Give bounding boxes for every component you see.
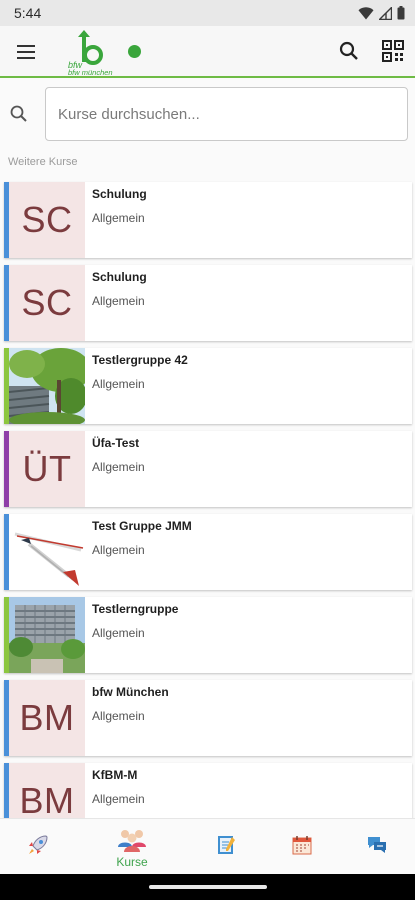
chat-icon (368, 837, 386, 853)
nav-item-calendar[interactable] (272, 819, 332, 875)
course-thumbnail-photo (9, 514, 85, 590)
wifi-icon (358, 6, 374, 19)
section-label: Weitere Kurse (8, 156, 78, 168)
nav-item-messages[interactable] (347, 819, 407, 875)
course-thumbnail: ÜT (9, 431, 85, 507)
course-title: Test Gruppe JMM (92, 519, 192, 533)
course-category: Allgemein (92, 294, 145, 308)
course-search-input[interactable] (45, 87, 408, 141)
course-card[interactable]: SC Schulung Allgemein (4, 182, 412, 258)
bfw-logo: bfw bfw münchen (62, 28, 126, 77)
online-status-dot (128, 45, 141, 58)
nav-item-notebook[interactable] (196, 819, 256, 875)
tree-photo-image (9, 348, 85, 424)
course-initials: BM (19, 697, 75, 738)
course-thumbnail-photo (9, 348, 85, 424)
course-category: Allgemein (92, 792, 145, 806)
course-initials: SC (21, 282, 73, 323)
course-initials: SC (21, 199, 73, 240)
hamburger-menu-icon (17, 45, 35, 59)
status-bar: 5:44 (0, 0, 415, 26)
course-card[interactable]: ÜT Üfa-Test Allgemein (4, 431, 412, 507)
course-category: Allgemein (92, 543, 145, 557)
course-initials: ÜT (22, 448, 72, 489)
course-card[interactable]: SC Schulung Allgemein (4, 265, 412, 341)
course-card[interactable]: BM KfBM-M Allgemein (4, 763, 412, 818)
nav-label-courses: Kurse (116, 855, 148, 869)
course-title: Üfa-Test (92, 436, 140, 450)
course-initials: BM (19, 780, 75, 818)
course-thumbnail: BM (9, 763, 85, 818)
course-thumbnail: SC (9, 265, 85, 341)
course-card[interactable]: Testlerngruppe Allgemein (4, 597, 412, 673)
course-card[interactable]: Test Gruppe JMM Allgemein (4, 514, 412, 590)
course-card[interactable]: BM bfw München Allgemein (4, 680, 412, 756)
status-icons (358, 6, 405, 20)
course-list[interactable]: SC Schulung Allgemein SC Schulung Allgemei… (0, 180, 415, 818)
search-field-icon (10, 105, 27, 122)
notebook-icon (218, 836, 235, 854)
signal-icon (379, 6, 392, 20)
course-title: Testlergruppe 42 (92, 353, 188, 367)
home-gesture-pill[interactable] (149, 885, 267, 889)
nav-item-activity[interactable] (8, 819, 68, 875)
course-thumbnail: SC (9, 182, 85, 258)
people-icon (118, 830, 146, 852)
course-category: Allgemein (92, 377, 145, 391)
course-card[interactable]: Testlergruppe 42 Allgemein (4, 348, 412, 424)
app-screen: 5:44 bfw bfw münchen Kurse durchsuchen..… (0, 0, 415, 900)
course-thumbnail-photo (9, 597, 85, 673)
app-bar: bfw bfw münchen (0, 26, 415, 78)
glider-photo-image (9, 514, 85, 590)
calendar-icon (292, 836, 312, 855)
rocket-icon (29, 835, 48, 854)
battery-icon (397, 6, 405, 20)
course-category: Allgemein (92, 626, 145, 640)
qr-scan-button[interactable] (381, 39, 405, 63)
search-button[interactable] (337, 39, 361, 63)
menu-button[interactable] (14, 40, 38, 64)
qr-code-icon (382, 40, 404, 62)
bottom-navigation: Kurse (0, 818, 415, 874)
course-title: bfw München (92, 685, 169, 699)
course-title: KfBM-M (92, 768, 138, 782)
course-thumbnail: BM (9, 680, 85, 756)
course-category: Allgemein (92, 211, 145, 225)
logo-text: bfw münchen (68, 68, 113, 76)
course-title: Schulung (92, 270, 147, 284)
nav-item-courses[interactable]: Kurse (102, 819, 162, 875)
building-photo-image (9, 597, 85, 673)
system-navigation-bar (0, 874, 415, 900)
course-category: Allgemein (92, 460, 145, 474)
course-title: Schulung (92, 187, 147, 201)
search-icon (339, 41, 358, 60)
course-category: Allgemein (92, 709, 145, 723)
course-title: Testlerngruppe (92, 602, 179, 616)
status-time: 5:44 (14, 5, 42, 21)
